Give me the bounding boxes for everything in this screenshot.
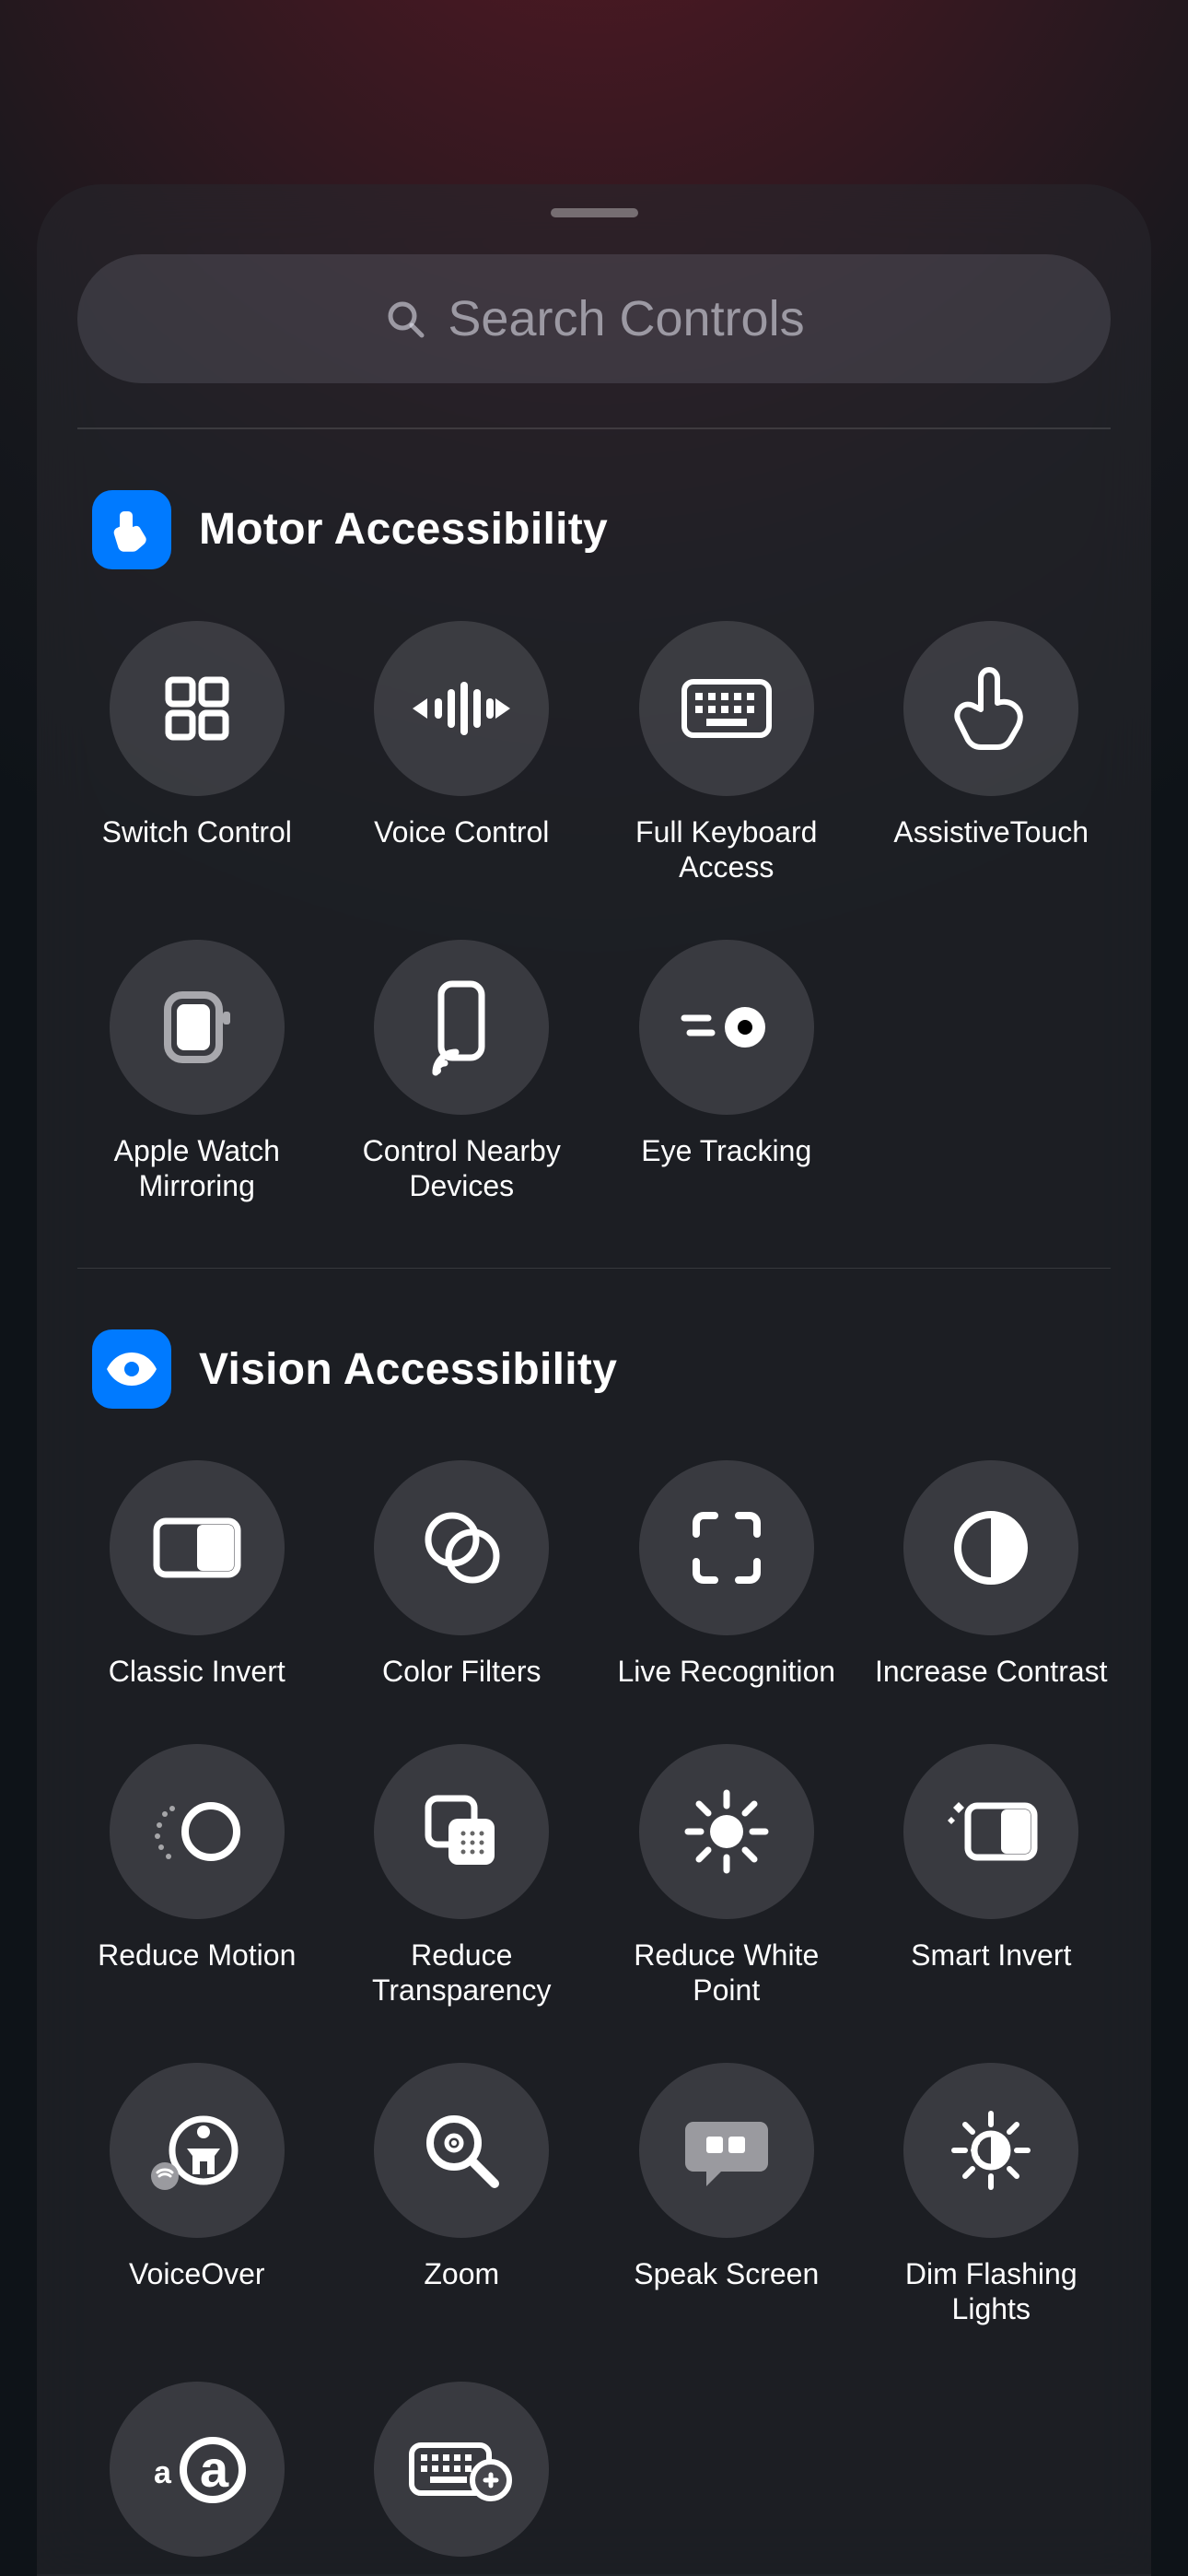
keyboard-icon	[681, 678, 773, 739]
control-label: Classic Invert	[109, 1654, 285, 1689]
eye-icon	[105, 1351, 158, 1388]
voice-wave-icon	[411, 676, 512, 741]
control-label: Smart Invert	[911, 1938, 1071, 1973]
control-label: Reduce White Point	[607, 1938, 846, 2008]
divider	[77, 1268, 1111, 1270]
control-reduce-white-point[interactable]: Reduce White Point	[594, 1744, 859, 2008]
control-label: Apple Watch Mirroring	[77, 1133, 317, 1203]
control-label: Dim Flashing Lights	[871, 2256, 1111, 2326]
control-label: Full Keyboard Access	[607, 814, 846, 884]
section-header-vision: Vision Accessibility	[92, 1329, 1096, 1409]
control-full-keyboard-access[interactable]: Full Keyboard Access	[594, 621, 859, 884]
control-switch-control[interactable]: Switch Control	[64, 621, 330, 884]
control-voiceover[interactable]: VoiceOver	[64, 2063, 330, 2326]
control-label: VoiceOver	[129, 2256, 265, 2291]
hover-typing-icon	[406, 2432, 517, 2506]
section-title-motor: Motor Accessibility	[199, 504, 608, 555]
rectangle-half-icon	[151, 1516, 243, 1580]
voiceover-icon	[146, 2104, 248, 2196]
speech-bubble-icon	[681, 2109, 773, 2192]
divider	[77, 427, 1111, 429]
svg-text:a: a	[200, 2440, 229, 2498]
motor-badge	[92, 490, 171, 569]
vision-badge	[92, 1329, 171, 1409]
control-label: Zoom	[424, 2256, 499, 2291]
control-zoom[interactable]: Zoom	[330, 2063, 595, 2326]
stacked-squares-icon	[415, 1786, 507, 1878]
contrast-circle-icon	[949, 1506, 1032, 1589]
vision-grid: Classic Invert Color Filters Live Recogn…	[64, 1460, 1124, 2576]
section-header-motor: Motor Accessibility	[92, 490, 1096, 569]
search-icon	[383, 297, 427, 341]
control-color-filters[interactable]: Color Filters	[330, 1460, 595, 1689]
grid-icon	[156, 667, 239, 750]
motor-grid: Switch Control Voice Control	[64, 621, 1124, 1203]
control-speak-screen[interactable]: Speak Screen	[594, 2063, 859, 2326]
control-label: Increase Contrast	[875, 1654, 1108, 1689]
control-assistivetouch[interactable]: AssistiveTouch	[859, 621, 1124, 884]
control-voice-control[interactable]: Voice Control	[330, 621, 595, 884]
control-eye-tracking[interactable]: Eye Tracking	[594, 940, 859, 1203]
control-label: Reduce Motion	[98, 1938, 296, 1973]
control-label: Speak Screen	[634, 2256, 819, 2291]
control-label: Control Nearby Devices	[342, 1133, 581, 1203]
finger-tap-icon	[949, 662, 1032, 755]
search-input[interactable]: Search Controls	[77, 254, 1111, 383]
control-hover-typing[interactable]: Hover Typing	[330, 2382, 595, 2576]
screen-mask	[0, 0, 1188, 111]
motion-circle-icon	[146, 1790, 248, 1873]
control-label: Live Recognition	[617, 1654, 835, 1689]
sun-icon	[681, 1786, 773, 1878]
section-title-vision: Vision Accessibility	[199, 1344, 617, 1395]
control-dim-flashing-lights[interactable]: Dim Flashing Lights	[859, 2063, 1124, 2326]
sheet-grabber[interactable]	[551, 208, 638, 217]
control-live-recognition[interactable]: Live Recognition	[594, 1460, 859, 1689]
search-placeholder: Search Controls	[448, 290, 804, 347]
control-increase-contrast[interactable]: Increase Contrast	[859, 1460, 1124, 1689]
overlapping-circles-icon	[415, 1506, 507, 1589]
hover-text-icon: a a	[146, 2428, 248, 2511]
svg-text:a: a	[154, 2455, 172, 2490]
magnifier-icon	[415, 2104, 507, 2196]
viewfinder-icon	[685, 1506, 768, 1589]
watch-icon	[153, 977, 241, 1078]
sun-half-icon	[945, 2104, 1037, 2196]
control-nearby-devices[interactable]: Control Nearby Devices	[330, 940, 595, 1203]
control-hover-text[interactable]: a a Hover Text	[64, 2382, 330, 2576]
control-smart-invert[interactable]: Smart Invert	[859, 1744, 1124, 2008]
control-label: Eye Tracking	[641, 1133, 811, 1168]
control-reduce-motion[interactable]: Reduce Motion	[64, 1744, 330, 2008]
control-reduce-transparency[interactable]: Reduce Transparency	[330, 1744, 595, 2008]
control-label: AssistiveTouch	[893, 814, 1089, 849]
control-apple-watch-mirroring[interactable]: Apple Watch Mirroring	[64, 940, 330, 1203]
eye-tracking-icon	[671, 990, 782, 1064]
control-label: Switch Control	[102, 814, 292, 849]
device-cast-icon	[425, 977, 498, 1078]
controls-sheet: Search Controls Motor Accessibility	[37, 184, 1151, 2576]
device-background: Search Controls Motor Accessibility	[0, 0, 1188, 2576]
control-label: Color Filters	[382, 1654, 541, 1689]
control-label: Reduce Transparency	[342, 1938, 581, 2008]
tap-gesture-icon	[108, 506, 156, 554]
control-label: Voice Control	[374, 814, 549, 849]
smart-invert-icon	[940, 1795, 1042, 1868]
control-classic-invert[interactable]: Classic Invert	[64, 1460, 330, 1689]
